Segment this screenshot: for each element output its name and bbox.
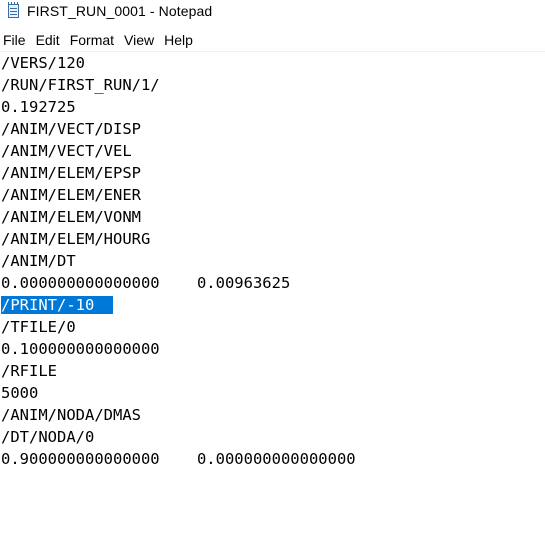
- text-line: /VERS/120: [1, 54, 85, 72]
- menu-view[interactable]: View: [121, 29, 159, 51]
- text-line: 0.100000000000000: [1, 340, 160, 358]
- menu-edit[interactable]: Edit: [33, 29, 65, 51]
- text-line: /ANIM/ELEM/EPSP: [1, 164, 141, 182]
- menu-file[interactable]: File: [0, 29, 31, 51]
- text-line: 5000: [1, 384, 39, 402]
- text-editor-area[interactable]: /VERS/120 /RUN/FIRST_RUN/1/ 0.192725 /AN…: [0, 52, 545, 538]
- text-line: /ANIM/DT: [1, 252, 76, 270]
- selected-text-line: /PRINT/-10: [1, 294, 113, 316]
- text-line: /RFILE: [1, 362, 57, 380]
- text-selection[interactable]: /PRINT/-10: [1, 296, 95, 314]
- window-title: FIRST_RUN_0001 - Notepad: [27, 3, 213, 19]
- selection-trailing-space: [94, 296, 113, 314]
- title-bar[interactable]: FIRST_RUN_0001 - Notepad: [0, 0, 545, 22]
- text-line: /ANIM/VECT/VEL: [1, 142, 132, 160]
- text-line: 0.900000000000000 0.000000000000000: [1, 450, 356, 468]
- menu-format[interactable]: Format: [67, 29, 119, 51]
- text-line: 0.000000000000000 0.00963625: [1, 274, 291, 292]
- text-line: /ANIM/ELEM/HOURG: [1, 230, 151, 248]
- menu-help[interactable]: Help: [161, 29, 198, 51]
- text-line: /ANIM/ELEM/ENER: [1, 186, 141, 204]
- text-line: /DT/NODA/0: [1, 428, 95, 446]
- text-line: /ANIM/NODA/DMAS: [1, 406, 141, 424]
- notepad-icon: [8, 2, 19, 18]
- notepad-window: FIRST_RUN_0001 - Notepad File Edit Forma…: [0, 0, 545, 538]
- text-line: /TFILE/0: [1, 318, 76, 336]
- text-line: 0.192725: [1, 98, 76, 116]
- text-line: /ANIM/VECT/DISP: [1, 120, 141, 138]
- text-line: /ANIM/ELEM/VONM: [1, 208, 141, 226]
- text-line: /RUN/FIRST_RUN/1/: [1, 76, 160, 94]
- menu-bar: File Edit Format View Help: [0, 29, 545, 52]
